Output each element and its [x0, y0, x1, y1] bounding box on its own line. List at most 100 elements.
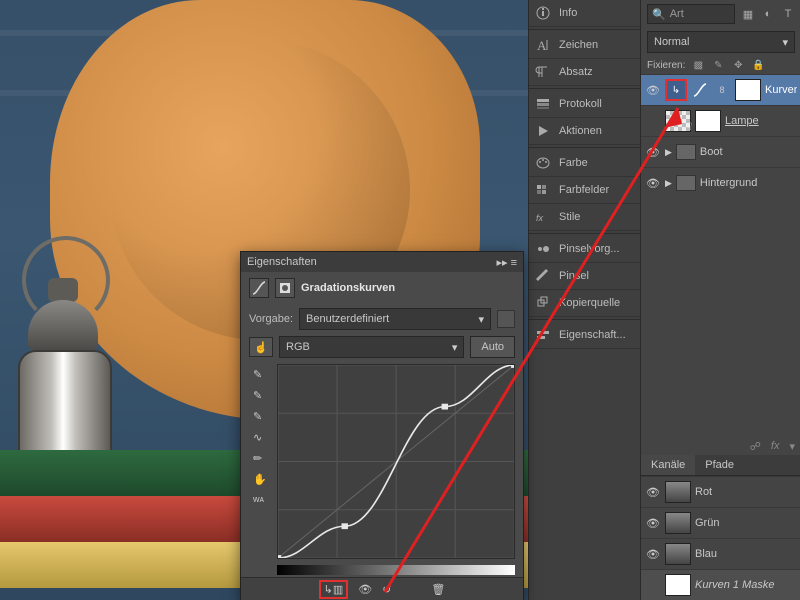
channel-thumb: [665, 574, 691, 596]
panel-info[interactable]: Info: [529, 0, 641, 27]
info-icon: [535, 5, 551, 21]
layer-mask-thumb[interactable]: [695, 110, 721, 132]
layer-name[interactable]: Kurven: [765, 84, 797, 96]
clip-to-layer-button[interactable]: ↳▥: [319, 580, 349, 599]
layer-row-hintergrund[interactable]: 👁 ▶ Hintergrund: [641, 167, 800, 198]
lock-all-icon[interactable]: 🔒: [751, 58, 765, 72]
layer-mask-thumb[interactable]: [735, 79, 761, 101]
properties-subtitle: Gradationskurven: [301, 282, 395, 294]
layer-thumb[interactable]: ☟: [665, 110, 691, 132]
layer-fx-icon[interactable]: fx: [771, 440, 780, 453]
chevron-down-icon: ▾: [789, 440, 795, 453]
eyedropper-black-icon[interactable]: ✎: [253, 368, 267, 381]
channel-dropdown[interactable]: RGB ▾: [279, 336, 464, 358]
channel-row-gruen[interactable]: 👁 Grün: [641, 507, 800, 538]
properties-title: Eigenschaften: [247, 256, 317, 268]
visibility-toggle[interactable]: 👁: [645, 517, 661, 530]
panel-clone-source[interactable]: Kopierquelle: [529, 290, 641, 317]
panel-color[interactable]: Farbe: [529, 150, 641, 177]
visibility-toggle[interactable]: 👁: [645, 84, 661, 97]
layer-filter-kind-label: Art: [670, 8, 684, 20]
mask-mode-icon[interactable]: [275, 278, 295, 298]
expand-icon[interactable]: ▶: [665, 178, 672, 189]
layer-filter-kind[interactable]: 🔍 Art: [647, 4, 735, 24]
panel-paragraph[interactable]: Absatz: [529, 59, 641, 86]
layer-row-kurven[interactable]: 👁 ↳ 8 Kurven: [641, 74, 800, 105]
lock-position-icon[interactable]: ✥: [731, 58, 745, 72]
lock-label: Fixieren:: [647, 60, 685, 71]
panel-brush-presets-label: Pinselvorg...: [559, 243, 620, 255]
curve-pencil-icon[interactable]: ✏: [253, 452, 267, 465]
properties-panel[interactable]: Eigenschaften ▸▸ ≡ Gradationskurven Vorg…: [240, 251, 524, 600]
filter-adjust-icon[interactable]: ◐: [761, 7, 775, 21]
lock-transparent-icon[interactable]: ▩: [691, 58, 705, 72]
curves-mode-icon[interactable]: [249, 278, 269, 298]
layer-row-boot[interactable]: 👁 ▶ Boot: [641, 136, 800, 167]
panel-swatches[interactable]: Farbfelder: [529, 177, 641, 204]
blend-mode-dropdown[interactable]: Normal ▾: [647, 31, 795, 53]
panel-styles[interactable]: fx Stile: [529, 204, 641, 231]
reset-icon[interactable]: ↺: [382, 583, 391, 596]
panel-paragraph-label: Absatz: [559, 66, 593, 78]
play-icon: [535, 123, 551, 139]
swatches-icon: [535, 182, 551, 198]
curves-graph[interactable]: [277, 364, 515, 559]
panel-actions-label: Aktionen: [559, 125, 602, 137]
expand-icon[interactable]: ▶: [665, 147, 672, 158]
channel-name: Blau: [695, 548, 797, 560]
preset-dropdown[interactable]: Benutzerdefiniert ▾: [299, 308, 491, 330]
panel-actions[interactable]: Aktionen: [529, 118, 641, 145]
curve-hand-icon[interactable]: ✋: [253, 473, 267, 486]
collapsed-panel-dock: Info A Zeichen Absatz Protokoll Aktionen…: [528, 0, 641, 600]
auto-label: Auto: [481, 341, 504, 353]
channel-name: Kurven 1 Maske: [695, 579, 797, 591]
link-icon[interactable]: 8: [713, 81, 731, 99]
layer-name[interactable]: Boot: [700, 146, 797, 158]
panel-character[interactable]: A Zeichen: [529, 32, 641, 59]
layer-name[interactable]: Hintergrund: [700, 177, 797, 189]
preset-value: Benutzerdefiniert: [306, 313, 389, 325]
auto-button[interactable]: Auto: [470, 336, 515, 358]
svg-text:A: A: [537, 38, 547, 53]
eyedropper-white-icon[interactable]: ✎: [253, 410, 267, 423]
filter-pixel-icon[interactable]: ▦: [741, 7, 755, 21]
visibility-toggle[interactable]: 👁: [645, 548, 661, 561]
filter-type-icon[interactable]: T: [781, 7, 795, 21]
target-adjust-icon[interactable]: ☝: [249, 337, 273, 357]
panel-properties-shortcut[interactable]: Eigenschaft...: [529, 322, 641, 349]
panel-properties-label: Eigenschaft...: [559, 329, 626, 341]
channel-thumb: [665, 543, 691, 565]
clone-icon: [535, 295, 551, 311]
clip-indicator[interactable]: ↳: [665, 79, 687, 101]
visibility-toggle[interactable]: 👁: [645, 177, 661, 190]
lock-pixels-icon[interactable]: ✎: [711, 58, 725, 72]
curve-tool-strip: ✎ ✎ ✎ ∿ ✏ ✋ ᴡᴀ: [249, 364, 271, 559]
panel-collapse-icon[interactable]: ▸▸ ≡: [496, 256, 517, 269]
preset-menu-icon[interactable]: [497, 310, 515, 328]
visibility-toggle[interactable]: 👁: [645, 146, 661, 159]
link-layers-icon[interactable]: ☍: [750, 440, 761, 453]
layer-name[interactable]: Lampe: [725, 115, 797, 127]
view-previous-icon[interactable]: 👁: [358, 583, 372, 596]
panel-character-label: Zeichen: [559, 39, 598, 51]
layer-row-lampe[interactable]: ☟ Lampe: [641, 105, 800, 136]
panel-brush[interactable]: Pinsel: [529, 263, 641, 290]
channel-thumb: [665, 481, 691, 503]
layers-channels-dock: 🔍 Art ▦ ◐ T Normal ▾ Fixieren: ▩ ✎ ✥ 🔒 👁…: [640, 0, 800, 600]
tab-pfade[interactable]: Pfade: [695, 455, 744, 475]
tab-kanaele[interactable]: Kanäle: [641, 455, 695, 475]
curve-smooth-icon[interactable]: ∿: [253, 431, 267, 444]
channels-tabs: Kanäle Pfade: [641, 455, 800, 476]
eyedropper-gray-icon[interactable]: ✎: [253, 389, 267, 402]
input-gradient: [277, 565, 515, 575]
channel-row-blau[interactable]: 👁 Blau: [641, 538, 800, 569]
channel-name: Grün: [695, 517, 797, 529]
chevron-down-icon: ▾: [452, 341, 458, 354]
delete-icon[interactable]: 🗑: [431, 583, 445, 596]
panel-brush-presets[interactable]: Pinselvorg...: [529, 236, 641, 263]
wa-icon[interactable]: ᴡᴀ: [253, 494, 267, 504]
panel-history[interactable]: Protokoll: [529, 91, 641, 118]
channel-row-rot[interactable]: 👁 Rot: [641, 476, 800, 507]
channel-row-mask[interactable]: Kurven 1 Maske: [641, 569, 800, 600]
visibility-toggle[interactable]: 👁: [645, 486, 661, 499]
